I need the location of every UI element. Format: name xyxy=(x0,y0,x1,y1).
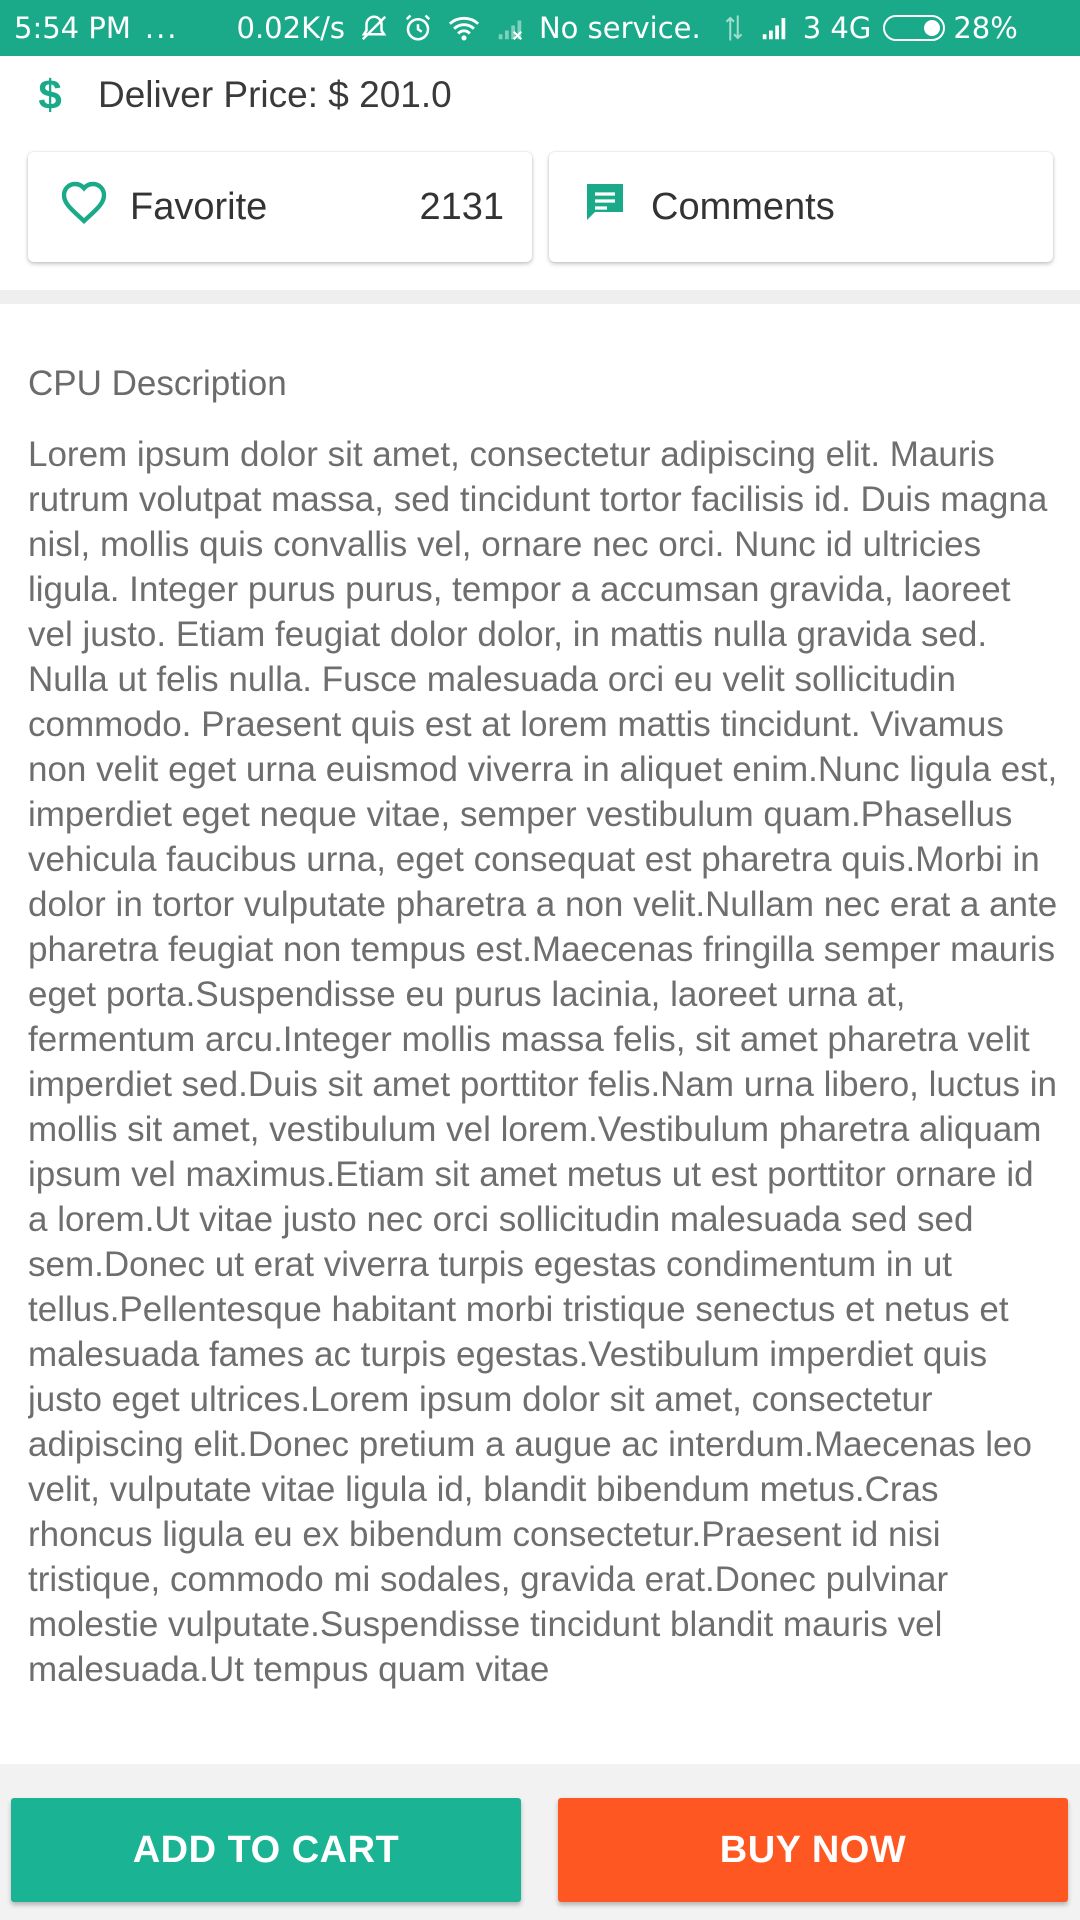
heart-outline-icon xyxy=(60,180,108,234)
status-net-speed: 0.02K/s xyxy=(236,11,345,45)
favorite-label: Favorite xyxy=(130,185,268,228)
signal-off-icon xyxy=(495,13,525,43)
status-bar: 5:54 PM ... 0.02K/s No service. 3 4G 28% xyxy=(0,0,1080,56)
comments-button[interactable]: Comments xyxy=(549,152,1053,262)
add-to-cart-button[interactable]: ADD TO CART xyxy=(11,1798,521,1902)
description-body: Lorem ipsum dolor sit amet, consectetur … xyxy=(28,435,1058,1689)
status-network-type: 3 4G xyxy=(802,11,872,45)
favorite-button[interactable]: Favorite 2131 xyxy=(28,152,532,262)
product-detail-screen: 5:54 PM ... 0.02K/s No service. 3 4G 28%… xyxy=(0,0,1080,1920)
comment-icon xyxy=(581,178,629,236)
favorite-count: 2131 xyxy=(419,185,504,228)
deliver-price-label: Deliver Price: $ 201.0 xyxy=(98,74,452,115)
data-arrows-icon xyxy=(723,13,745,43)
signal-icon xyxy=(759,13,789,43)
alarm-icon xyxy=(403,13,433,43)
status-no-service: No service. xyxy=(538,11,701,45)
mute-icon xyxy=(359,13,389,43)
battery-icon xyxy=(883,15,946,41)
comments-label: Comments xyxy=(651,185,835,228)
status-more-dots: ... xyxy=(144,11,179,45)
wifi-icon xyxy=(447,13,481,43)
description-title: CPU Description xyxy=(28,364,287,403)
status-battery-percent: 28% xyxy=(953,11,1018,45)
status-time: 5:54 PM xyxy=(14,11,131,45)
buy-now-button[interactable]: BUY NOW xyxy=(558,1798,1068,1902)
section-divider xyxy=(0,290,1080,304)
dollar-icon: $ xyxy=(38,71,62,118)
deliver-price-row: $ Deliver Price: $ 201.0 xyxy=(0,56,1080,134)
